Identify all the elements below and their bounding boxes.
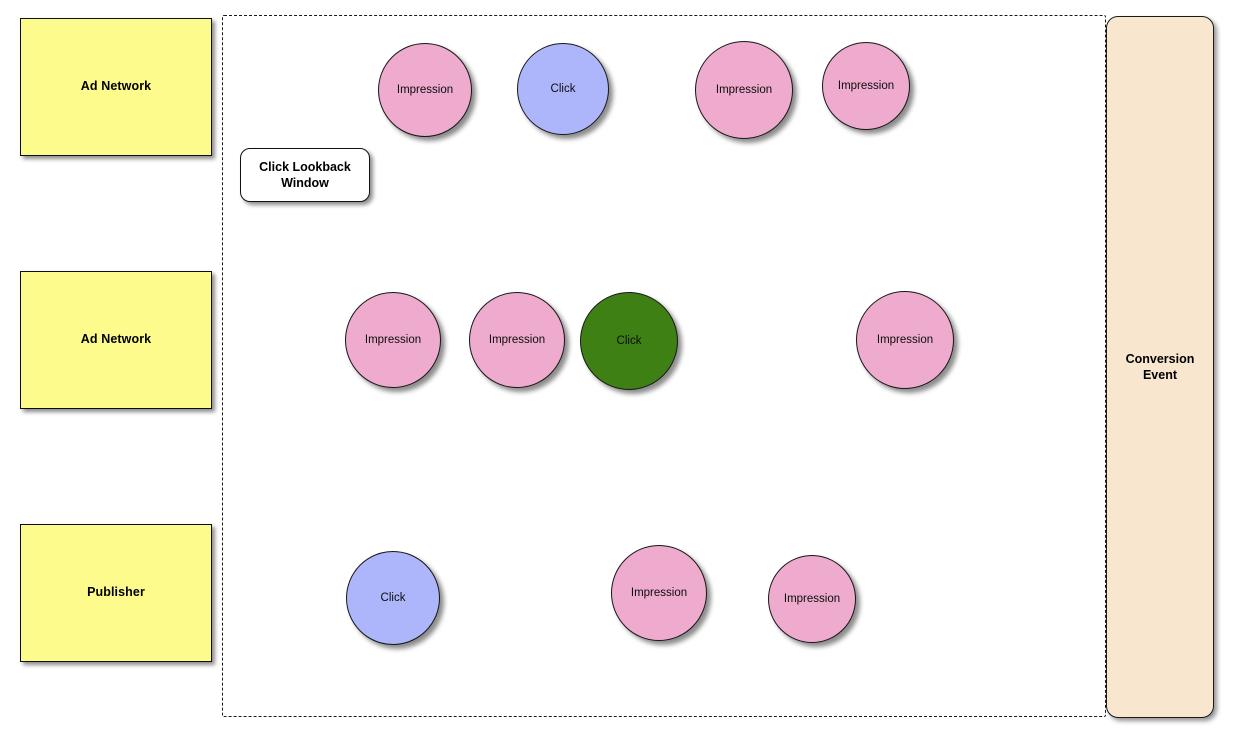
event-node-impression[interactable]: Impression [856,291,954,389]
event-node-impression[interactable]: Impression [469,292,565,388]
event-node-click[interactable]: Click [580,292,678,390]
event-node-label: Click [616,334,642,347]
event-node-label: Click [550,82,576,95]
actor-box-label: Ad Network [80,332,152,347]
event-node-label: Click [380,591,406,604]
event-node-impression[interactable]: Impression [822,42,910,130]
event-node-impression[interactable]: Impression [768,555,856,643]
event-node-label: Impression [715,83,773,96]
conversion-event-panel[interactable]: Conversion Event [1106,16,1214,718]
actor-box-ad-network[interactable]: Ad Network [20,271,212,409]
event-node-label: Impression [364,333,422,346]
conversion-event-label: Conversion Event [1125,351,1195,382]
actor-box-label: Publisher [87,585,145,600]
actor-box-label: Ad Network [80,79,152,94]
event-node-label: Impression [396,83,454,96]
event-node-impression[interactable]: Impression [345,292,441,388]
event-node-label: Impression [488,333,546,346]
diagram-canvas: Ad Network Ad Network Publisher Impression… [0,0,1234,741]
event-node-impression[interactable]: Impression [695,41,793,139]
event-node-label: Impression [837,79,895,92]
event-node-impression[interactable]: Impression [611,545,707,641]
event-node-label: Impression [783,592,841,605]
actor-box-ad-network[interactable]: Ad Network [20,18,212,156]
event-node-label: Impression [630,586,688,599]
click-lookback-window-label: Click Lookback Window [259,159,351,190]
event-node-label: Impression [876,333,934,346]
actor-box-publisher[interactable]: Publisher [20,524,212,662]
event-node-click[interactable]: Click [517,43,609,135]
event-node-click[interactable]: Click [346,551,440,645]
event-node-impression[interactable]: Impression [378,43,472,137]
click-lookback-window-callout[interactable]: Click Lookback Window [240,148,370,202]
